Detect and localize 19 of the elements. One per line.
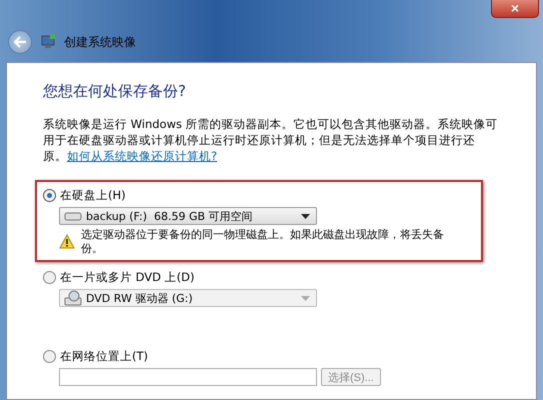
caret-icon xyxy=(301,214,310,218)
hard-drive-icon xyxy=(64,211,82,221)
page-heading: 您想在何处保存备份? xyxy=(43,82,187,101)
radio-button[interactable] xyxy=(43,189,56,202)
back-arrow-icon xyxy=(13,36,27,48)
warning-icon xyxy=(59,234,75,249)
help-link[interactable]: 如何从系统映像还原计算机? xyxy=(67,149,218,163)
option-label: 在网络位置上(T) xyxy=(60,349,148,364)
disc-drive-icon xyxy=(64,290,82,306)
description-text: 系统映像是运行 Windows 所需的驱动器副本。它也可以包含其他驱动器。系统映像可用于在硬盘驱动器或计算机停止运行时还原计算机；但是无法选择单个项目进行还原。如何从系统映像还原计算机? xyxy=(43,116,498,164)
close-button[interactable]: × xyxy=(491,0,539,18)
caret-icon xyxy=(301,296,310,300)
drive-dropdown[interactable]: backup (F:) 68.59 GB 可用空间 xyxy=(59,207,317,225)
back-button[interactable] xyxy=(8,30,32,54)
window-title: 创建系统映像 xyxy=(64,34,136,50)
computer-icon xyxy=(40,34,56,50)
option-label: 在硬盘上(H) xyxy=(60,188,126,203)
option-label: 在一片或多片 DVD 上(D) xyxy=(60,270,195,285)
warning-text: 选定驱动器位于要备份的同一物理磁盘上。如果此磁盘出现故障，将丢失备份。 xyxy=(81,228,445,256)
